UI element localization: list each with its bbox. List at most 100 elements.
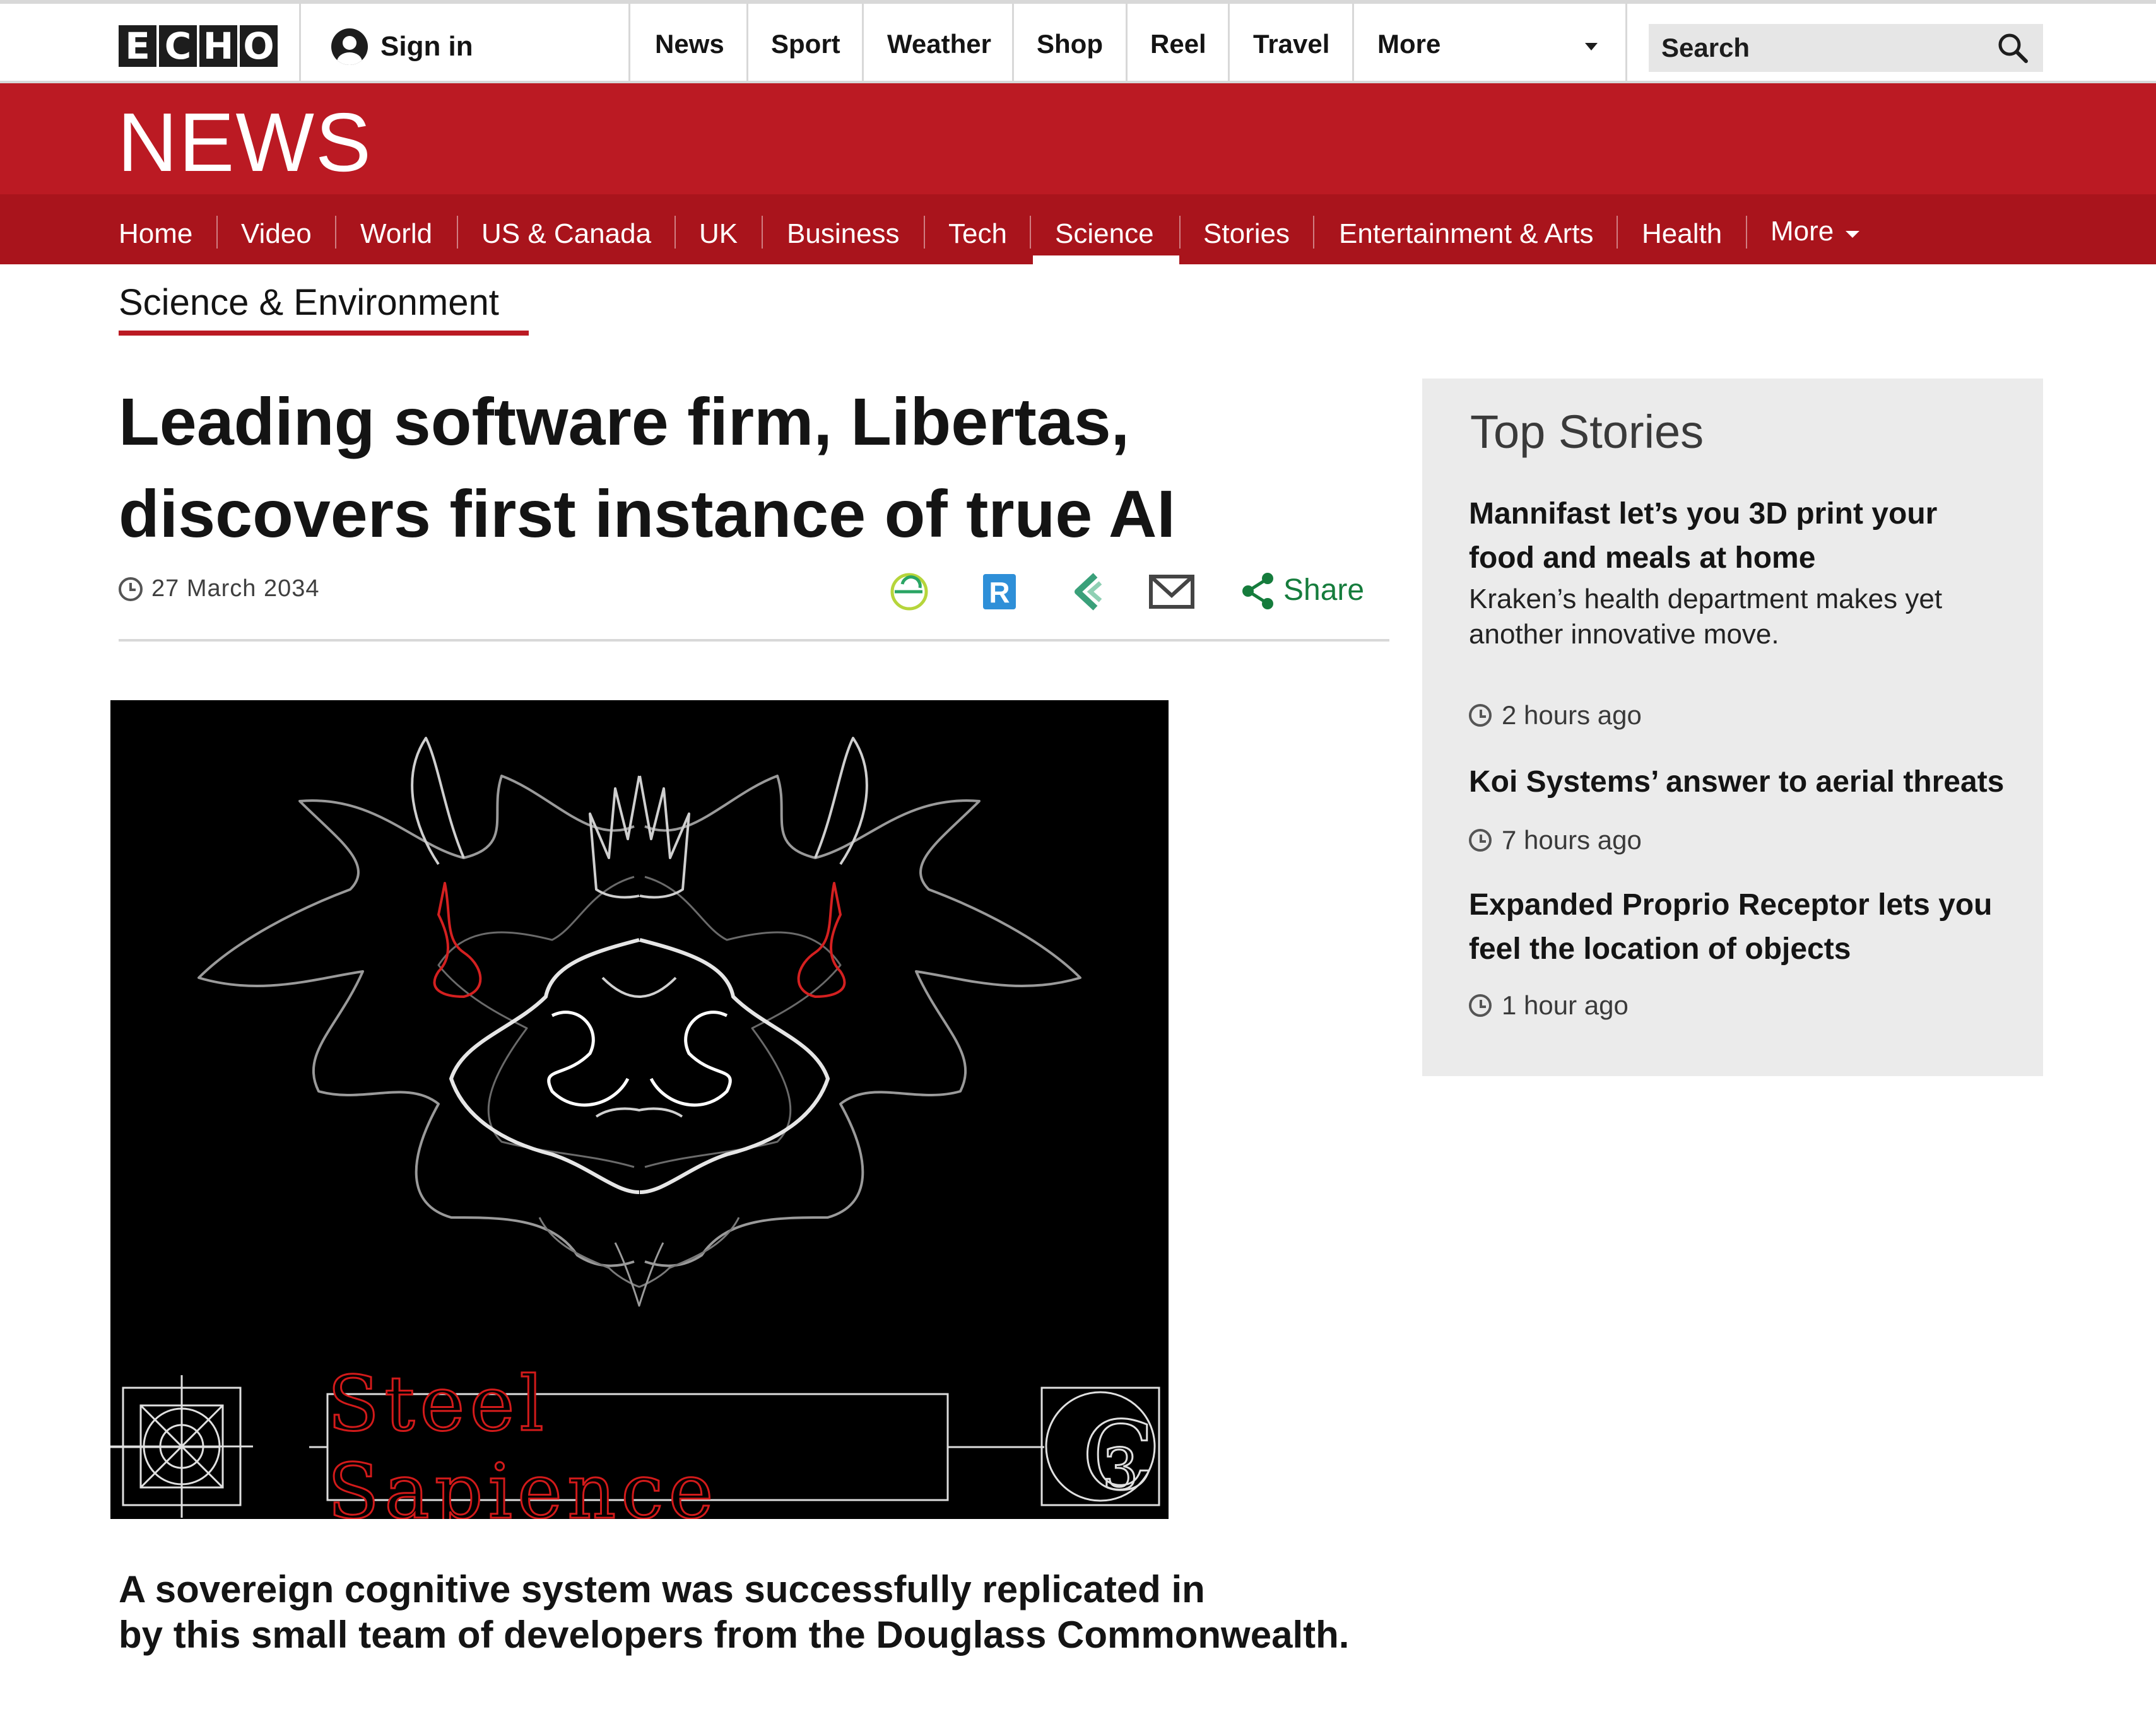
active-tab-indicator (1033, 255, 1179, 264)
subnav-science[interactable]: Science (1055, 218, 1154, 250)
echo-share-icon[interactable] (886, 568, 933, 614)
headline-line: Leading software firm, Libertas, (119, 385, 1130, 459)
subnav-uk[interactable]: UK (699, 218, 738, 250)
section-title[interactable]: Science & Environment (119, 281, 499, 324)
chevron-down-icon[interactable] (1846, 231, 1859, 238)
topnav-reel[interactable]: Reel (1150, 29, 1206, 59)
svg-text:R: R (989, 576, 1010, 609)
story-link[interactable]: Mannifast let’s you 3D print your food a… (1469, 492, 2037, 580)
clock-icon (1469, 704, 1492, 727)
story-title-line: Mannifast let’s you 3D print your (1469, 497, 1938, 531)
svg-text:3: 3 (1102, 1436, 1138, 1503)
divider (924, 216, 925, 249)
news-title[interactable]: NEWS (117, 101, 372, 184)
chevron-down-icon[interactable] (1585, 43, 1598, 50)
story-title-line: feel the location of objects (1469, 932, 1851, 966)
story-title-line: Expanded Proprio Receptor lets you (1469, 888, 1993, 922)
r-share-icon[interactable]: R (977, 568, 1023, 614)
divider (1617, 216, 1618, 249)
subnav-health[interactable]: Health (1642, 218, 1722, 250)
share-icon[interactable] (1239, 568, 1277, 614)
article-headline: Leading software firm, Libertas, discove… (119, 376, 1406, 560)
share-button[interactable]: Share (1283, 573, 1364, 607)
story-title-line: Koi Systems’ answer to aerial threats (1469, 765, 2005, 799)
subnav-entertainment-arts[interactable]: Entertainment & Arts (1339, 218, 1594, 250)
chevron-share-icon[interactable] (1065, 568, 1112, 614)
story-timestamp: 2 hours ago (1469, 700, 1642, 730)
echo-logo[interactable]: E C H O (119, 25, 278, 67)
divider (457, 216, 458, 249)
story-timestamp: 7 hours ago (1469, 825, 1642, 855)
topnav-weather[interactable]: Weather (887, 29, 991, 59)
date-text: 27 March 2034 (151, 575, 320, 602)
divider (862, 4, 864, 83)
clock-icon (1469, 829, 1492, 852)
logo-letter: E (119, 25, 156, 67)
subnav-us-canada[interactable]: US & Canada (481, 218, 651, 250)
divider (1352, 4, 1354, 83)
time-text: 1 hour ago (1502, 990, 1629, 1020)
divider (1179, 216, 1181, 249)
article-date: 27 March 2034 (119, 575, 320, 602)
divider (1126, 4, 1128, 83)
divider (1625, 4, 1627, 83)
divider (1313, 216, 1314, 249)
logo-letter: H (199, 25, 237, 67)
email-icon[interactable] (1148, 568, 1195, 614)
summary-line: A sovereign cognitive system was success… (119, 1568, 1205, 1610)
story-timestamp: 1 hour ago (1469, 990, 1629, 1021)
clock-icon (119, 577, 143, 601)
top-stories-heading: Top Stories (1470, 406, 1704, 458)
logo-letter: O (240, 25, 278, 67)
subnav-video[interactable]: Video (241, 218, 312, 250)
subnav-tech[interactable]: Tech (948, 218, 1007, 250)
divider (628, 4, 630, 83)
clock-icon (1469, 994, 1492, 1017)
topnav-travel[interactable]: Travel (1253, 29, 1329, 59)
search-icon[interactable] (1996, 32, 2029, 64)
divider (674, 216, 676, 249)
story-summary-line: another innovative move. (1469, 619, 1779, 650)
subnav-world[interactable]: World (360, 218, 432, 250)
topnav-sport[interactable]: Sport (771, 29, 840, 59)
subnav-stories[interactable]: Stories (1203, 218, 1290, 250)
story-link[interactable]: Koi Systems’ answer to aerial threats (1469, 760, 2037, 804)
sign-in-label: Sign in (380, 31, 473, 62)
divider (762, 216, 763, 249)
divider (1746, 216, 1747, 249)
topnav-more[interactable]: More (1377, 29, 1440, 59)
subnav-business[interactable]: Business (787, 218, 900, 250)
divider (1012, 4, 1014, 83)
top-stories-panel: Top Stories Mannifast let’s you 3D print… (1422, 378, 2043, 1076)
divider (299, 4, 301, 83)
compass-emblem (110, 1375, 253, 1518)
masthead: E C H O Sign in News Sport Weather Shop … (0, 0, 2156, 83)
time-text: 7 hours ago (1502, 825, 1642, 855)
sign-in-button[interactable]: Sign in (331, 28, 473, 66)
image-title-text: Steel Sapience (327, 1360, 719, 1520)
divider (119, 639, 1389, 642)
story-summary: Kraken’s health department makes yet ano… (1469, 582, 2024, 652)
topnav-shop[interactable]: Shop (1037, 29, 1103, 59)
divider (335, 216, 336, 249)
user-icon (331, 28, 368, 65)
divider (216, 216, 218, 249)
subnav-more[interactable]: More (1770, 216, 1834, 247)
story-summary-line: Kraken’s health department makes yet (1469, 583, 1943, 614)
search-input[interactable]: Search (1649, 24, 2043, 72)
c3-emblem: C 3 (1040, 1387, 1160, 1513)
headline-line: discovers first instance of true AI (119, 477, 1175, 551)
search-placeholder: Search (1661, 33, 1750, 62)
divider (746, 4, 748, 83)
article-summary: A sovereign cognitive system was success… (119, 1567, 1444, 1658)
subnav-home[interactable]: Home (119, 218, 192, 250)
divider (1030, 216, 1031, 249)
time-text: 2 hours ago (1502, 700, 1642, 730)
story-link[interactable]: Expanded Proprio Receptor lets you feel … (1469, 883, 2037, 971)
summary-line: by this small team of developers from th… (119, 1614, 1350, 1656)
divider (1228, 4, 1230, 83)
story-title-line: food and meals at home (1469, 541, 1816, 575)
topnav-news[interactable]: News (655, 29, 724, 59)
logo-letter: C (159, 25, 197, 67)
article-image: C 3 Steel Sapience (110, 700, 1169, 1519)
